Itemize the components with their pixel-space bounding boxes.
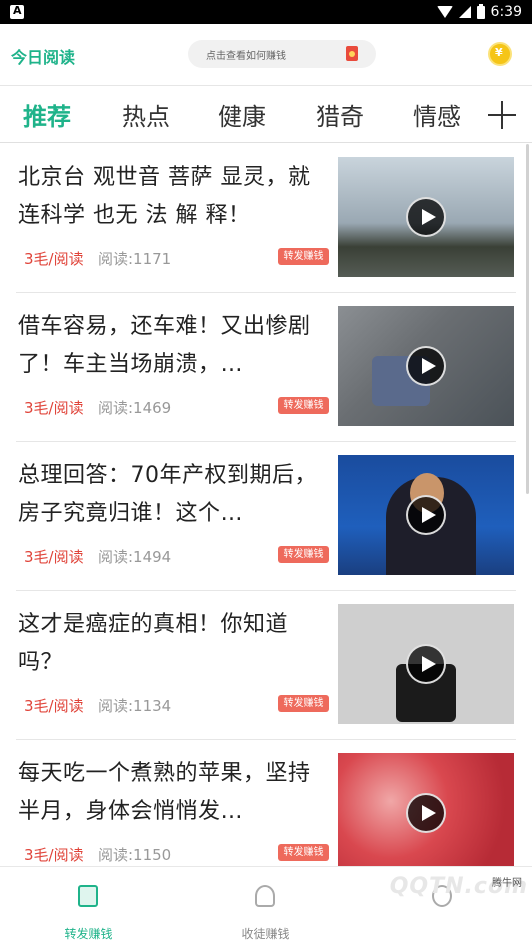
people-icon [255, 885, 275, 907]
play-icon[interactable] [406, 644, 446, 684]
nav-recruit-earn[interactable]: 收徒赚钱 [177, 867, 354, 946]
reward-rate: 3毛/阅读 [24, 846, 84, 864]
list-item[interactable]: 借车容易，还车难！又出惨剧了！车主当场崩溃，… 3毛/阅读 阅读:1469 转发… [0, 293, 532, 442]
coin-icon[interactable] [488, 42, 512, 66]
read-count: 阅读:1171 [98, 250, 172, 268]
tab-emotion[interactable]: 情感 [413, 97, 461, 132]
video-thumbnail[interactable] [338, 455, 514, 575]
play-icon[interactable] [406, 793, 446, 833]
video-thumbnail[interactable] [338, 753, 514, 873]
notification-icon [10, 4, 24, 19]
read-count: 阅读:1494 [98, 548, 172, 566]
search-placeholder: 点击查看如何赚钱 [206, 51, 286, 62]
tab-hot[interactable]: 热点 [122, 97, 170, 132]
watermark-small: 腾牛网 [492, 878, 522, 889]
reward-rate: 3毛/阅读 [24, 399, 84, 417]
nav-label: 转发赚钱 [64, 927, 113, 941]
red-envelope-icon [346, 46, 358, 61]
battery-icon [476, 3, 485, 19]
nav-label: 收徒赚钱 [241, 927, 290, 941]
status-bar: 6:39 [0, 0, 532, 24]
list-item[interactable]: 总理回答：70年产权到期后，房子究竟归谁！这个… 3毛/阅读 阅读:1494 转… [0, 442, 532, 591]
tab-recommend[interactable]: 推荐 [23, 97, 71, 132]
list-item[interactable]: 这才是癌症的真相！你知道吗？ 3毛/阅读 阅读:1134 转发赚钱 [0, 591, 532, 740]
play-icon[interactable] [406, 495, 446, 535]
share-earn-button[interactable]: 转发赚钱 [278, 248, 329, 265]
tab-curious[interactable]: 猎奇 [316, 97, 364, 132]
share-earn-button[interactable]: 转发赚钱 [278, 695, 329, 712]
article-title: 每天吃一个煮熟的苹果，坚持半月，身体会悄悄发… [18, 761, 311, 824]
list-item[interactable]: 北京台 观世音 菩萨 显灵，就连科学 也无 法 解 释！ 3毛/阅读 阅读:11… [0, 144, 532, 293]
article-title: 借车容易，还车难！又出惨剧了！车主当场崩溃，… [18, 314, 311, 377]
search-bar[interactable]: 点击查看如何赚钱 [188, 40, 376, 68]
video-thumbnail[interactable] [338, 604, 514, 724]
wifi-icon [436, 6, 453, 18]
reward-rate: 3毛/阅读 [24, 250, 84, 268]
reward-rate: 3毛/阅读 [24, 548, 84, 566]
scrollbar[interactable] [526, 144, 529, 494]
status-time: 6:39 [490, 4, 522, 20]
share-earn-button[interactable]: 转发赚钱 [278, 397, 329, 414]
video-thumbnail[interactable] [338, 306, 514, 426]
status-icons: 6:39 [436, 3, 522, 21]
read-count: 阅读:1469 [98, 399, 172, 417]
play-icon[interactable] [406, 346, 446, 386]
article-title: 北京台 观世音 菩萨 显灵，就连科学 也无 法 解 释！ [18, 165, 311, 228]
add-tab-icon[interactable] [488, 101, 516, 129]
signal-icon [458, 6, 471, 18]
play-icon[interactable] [406, 197, 446, 237]
category-tabs: 推荐 热点 健康 猎奇 情感 [0, 87, 532, 143]
document-icon [78, 885, 98, 907]
app-title: 今日阅读 [11, 48, 76, 67]
app-header: 今日阅读 点击查看如何赚钱 [0, 24, 532, 86]
article-title: 这才是癌症的真相！你知道吗？ [18, 612, 289, 675]
share-earn-button[interactable]: 转发赚钱 [278, 844, 329, 861]
share-earn-button[interactable]: 转发赚钱 [278, 546, 329, 563]
article-title: 总理回答：70年产权到期后，房子究竟归谁！这个… [18, 463, 317, 526]
tab-health[interactable]: 健康 [218, 97, 266, 132]
read-count: 阅读:1134 [98, 697, 172, 715]
nav-share-earn[interactable]: 转发赚钱 [0, 867, 177, 946]
read-count: 阅读:1150 [98, 846, 172, 864]
video-thumbnail[interactable] [338, 157, 514, 277]
reward-rate: 3毛/阅读 [24, 697, 84, 715]
